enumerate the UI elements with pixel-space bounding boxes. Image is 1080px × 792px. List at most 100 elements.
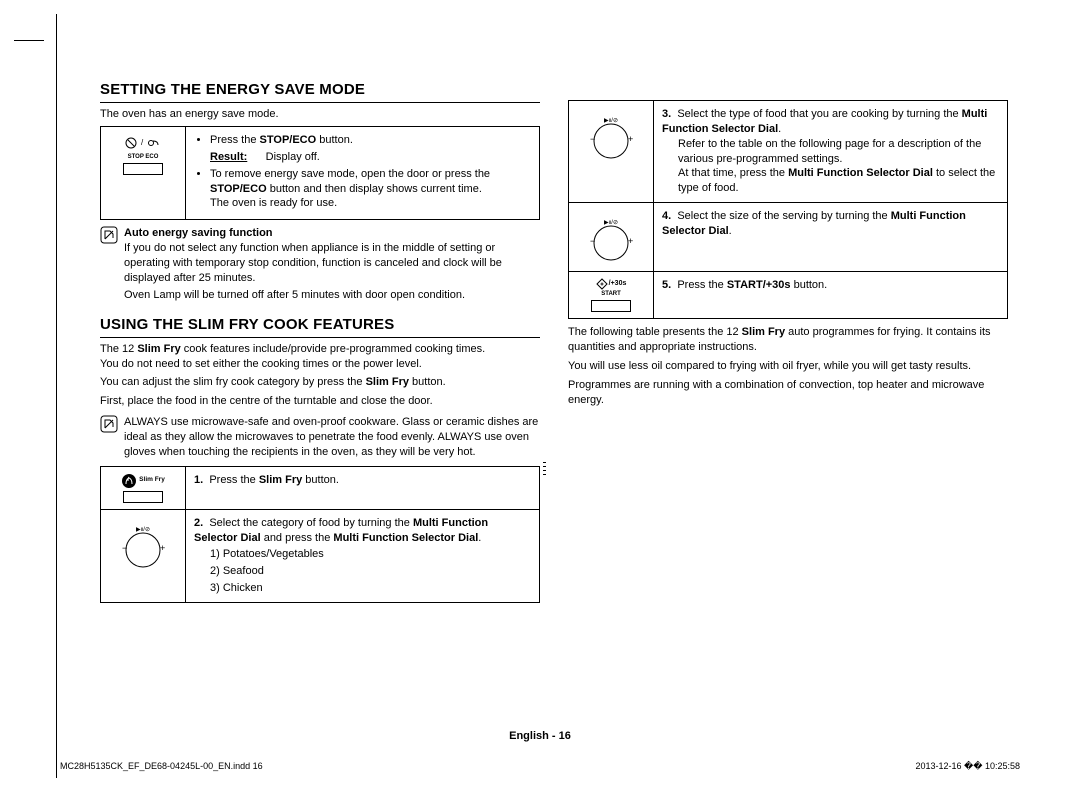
left-column: SETTING THE ENERGY SAVE MODE The oven ha…: [100, 80, 540, 609]
slim-fry-icon: [121, 473, 137, 489]
slim-fry-para2: You will use less oil compared to frying…: [568, 359, 1008, 374]
start-diamond-icon: [596, 278, 608, 290]
slim-fry-step1: 1. Press the Slim Fry button.: [186, 466, 540, 509]
energy-save-bullet2: To remove energy save mode, open the doo…: [210, 167, 531, 212]
step3-d: Refer to the table on the following page…: [678, 137, 999, 167]
para1-a: The following table presents the 12: [568, 326, 742, 338]
slim-fry-step4: 4. Select the size of the serving by tur…: [654, 203, 1008, 272]
step4-c: .: [729, 225, 732, 237]
svg-text:−: −: [590, 236, 595, 246]
start-icon-cell: /+30s START: [569, 272, 654, 319]
slim-fry-steps-table-1: Slim Fry 1. Press the Slim Fry button. ▶…: [100, 466, 540, 603]
slim-fry-step3: 3. Select the type of food that you are …: [654, 101, 1008, 203]
slim-fry-button-shape: [123, 491, 163, 503]
sf-intro2-b: Slim Fry: [366, 376, 409, 388]
stop-eco-icon-cell: / STOP ECO: [101, 127, 186, 220]
slim-fry-intro1: The 12 Slim Fry cook features include/pr…: [100, 342, 540, 372]
right-column: ▶ιι/⊘ − + 3. Select the type of food tha…: [568, 80, 1008, 609]
slim-fry-icon-cell: Slim Fry: [101, 466, 186, 509]
bullet2-text-d: The oven is ready for use.: [210, 196, 531, 211]
step1-b: Slim Fry: [259, 474, 302, 486]
slim-fry-intro2: You can adjust the slim fry cook categor…: [100, 375, 540, 390]
bullet1-text-c: button.: [316, 134, 353, 146]
step2-e: .: [478, 532, 481, 544]
indd-footer: MC28H5135CK_EF_DE68-04245L-00_EN.indd 16…: [60, 761, 1020, 772]
selector-dial-icon: ▶ιι/⊘ − +: [583, 115, 639, 161]
bullet1-text-b: STOP/ECO: [260, 134, 317, 146]
page: SETTING THE ENERGY SAVE MODE The oven ha…: [0, 0, 1080, 639]
energy-save-table: / STOP ECO Press the STOP/ECO button. Re…: [100, 126, 540, 220]
para1-b: Slim Fry: [742, 326, 785, 338]
result-label: Result:: [210, 151, 247, 163]
step1-c: button.: [302, 474, 339, 486]
dial-icon-cell-1: ▶ιι/⊘ − +: [101, 509, 186, 602]
slim-fry-step2: 2. Select the category of food by turnin…: [186, 509, 540, 602]
cat-potatoes: 1) Potatoes/Vegetables: [210, 547, 531, 562]
sf-intro2-c: button.: [409, 376, 446, 388]
auto-energy-saving-title: Auto energy saving function: [124, 226, 540, 241]
svg-text:/: /: [141, 138, 144, 147]
auto-energy-saving-body1: If you do not select any function when a…: [124, 241, 540, 286]
page-footer: English - 16: [0, 730, 1080, 742]
binding-marks: [543, 462, 546, 475]
stop-eco-button-shape: [123, 163, 163, 175]
result-text: Display off.: [266, 151, 320, 163]
sf-intro1-d: You do not need to set either the cookin…: [100, 357, 540, 372]
indd-file: MC28H5135CK_EF_DE68-04245L-00_EN.indd 16: [60, 761, 263, 772]
dial-icon-cell-3: ▶ιι/⊘ − +: [569, 203, 654, 272]
indd-date: 2013-12-16 �� 10:25:58: [915, 761, 1020, 772]
step5-b: START/+30s: [727, 279, 791, 291]
note-icon: [100, 226, 118, 244]
slim-fry-note: ALWAYS use microwave-safe and oven-proof…: [100, 415, 540, 460]
dial-icon-cell-2: ▶ιι/⊘ − +: [569, 101, 654, 203]
heading-energy-save: SETTING THE ENERGY SAVE MODE: [100, 80, 540, 103]
step2-d: Multi Function Selector Dial: [333, 532, 478, 544]
bullet2-text-b: STOP/ECO: [210, 183, 267, 195]
svg-text:▶ιι/⊘: ▶ιι/⊘: [604, 118, 618, 124]
step4-a: Select the size of the serving by turnin…: [677, 210, 890, 222]
svg-text:−: −: [590, 134, 595, 144]
slim-fry-para3: Programmes are running with a combinatio…: [568, 378, 1008, 408]
selector-dial-icon: ▶ιι/⊘ − +: [115, 524, 171, 570]
step2-a: Select the category of food by turning t…: [209, 517, 413, 529]
heading-slim-fry: USING THE SLIM FRY COOK FEATURES: [100, 315, 540, 338]
energy-save-note: Auto energy saving function If you do no…: [100, 226, 540, 302]
stop-eco-icon: /: [123, 137, 163, 151]
slim-fry-steps-table-2: ▶ιι/⊘ − + 3. Select the type of food tha…: [568, 100, 1008, 319]
bullet2-text-c: button and then display shows current ti…: [267, 183, 482, 195]
slim-fry-icon-label: Slim Fry: [139, 476, 165, 485]
slim-fry-para1: The following table presents the 12 Slim…: [568, 325, 1008, 355]
step2-c: and press the: [261, 532, 334, 544]
step5-c: button.: [791, 279, 828, 291]
start-button-shape: [591, 300, 631, 312]
auto-energy-saving-body2: Oven Lamp will be turned off after 5 min…: [124, 288, 540, 303]
sf-intro2-a: You can adjust the slim fry cook categor…: [100, 376, 366, 388]
selector-dial-icon: ▶ιι/⊘ − +: [583, 217, 639, 263]
cat-chicken: 3) Chicken: [210, 581, 531, 596]
step3-e: At that time, press the: [678, 167, 788, 179]
cat-seafood: 2) Seafood: [210, 564, 531, 579]
step3-a: Select the type of food that you are coo…: [677, 108, 961, 120]
step1-a: Press the: [209, 474, 259, 486]
step3-c: .: [778, 123, 781, 135]
svg-text:−: −: [122, 543, 127, 553]
sf-intro1-a: The 12: [100, 343, 137, 355]
step5-a: Press the: [677, 279, 727, 291]
start-plus30-label: /+30s: [609, 279, 627, 288]
svg-text:+: +: [628, 236, 633, 246]
bullet2-text-a: To remove energy save mode, open the doo…: [210, 168, 490, 180]
sf-intro1-c: cook features include/provide pre-progra…: [181, 343, 485, 355]
step3-f: Multi Function Selector Dial: [788, 167, 933, 179]
slim-fry-intro3: First, place the food in the centre of t…: [100, 394, 540, 409]
svg-text:▶ιι/⊘: ▶ιι/⊘: [604, 220, 618, 226]
energy-save-instructions: Press the STOP/ECO button. Result: Displ…: [186, 127, 540, 220]
energy-save-intro: The oven has an energy save mode.: [100, 107, 540, 122]
svg-text:▶ιι/⊘: ▶ιι/⊘: [136, 527, 150, 533]
bullet1-text-a: Press the: [210, 134, 260, 146]
stop-eco-label: STOP ECO: [109, 153, 177, 161]
sf-intro1-b: Slim Fry: [137, 343, 180, 355]
svg-text:+: +: [160, 543, 165, 553]
slim-fry-note-body: ALWAYS use microwave-safe and oven-proof…: [124, 415, 540, 460]
energy-save-bullet1: Press the STOP/ECO button. Result: Displ…: [210, 133, 531, 165]
slim-fry-step5: 5. Press the START/+30s button.: [654, 272, 1008, 319]
